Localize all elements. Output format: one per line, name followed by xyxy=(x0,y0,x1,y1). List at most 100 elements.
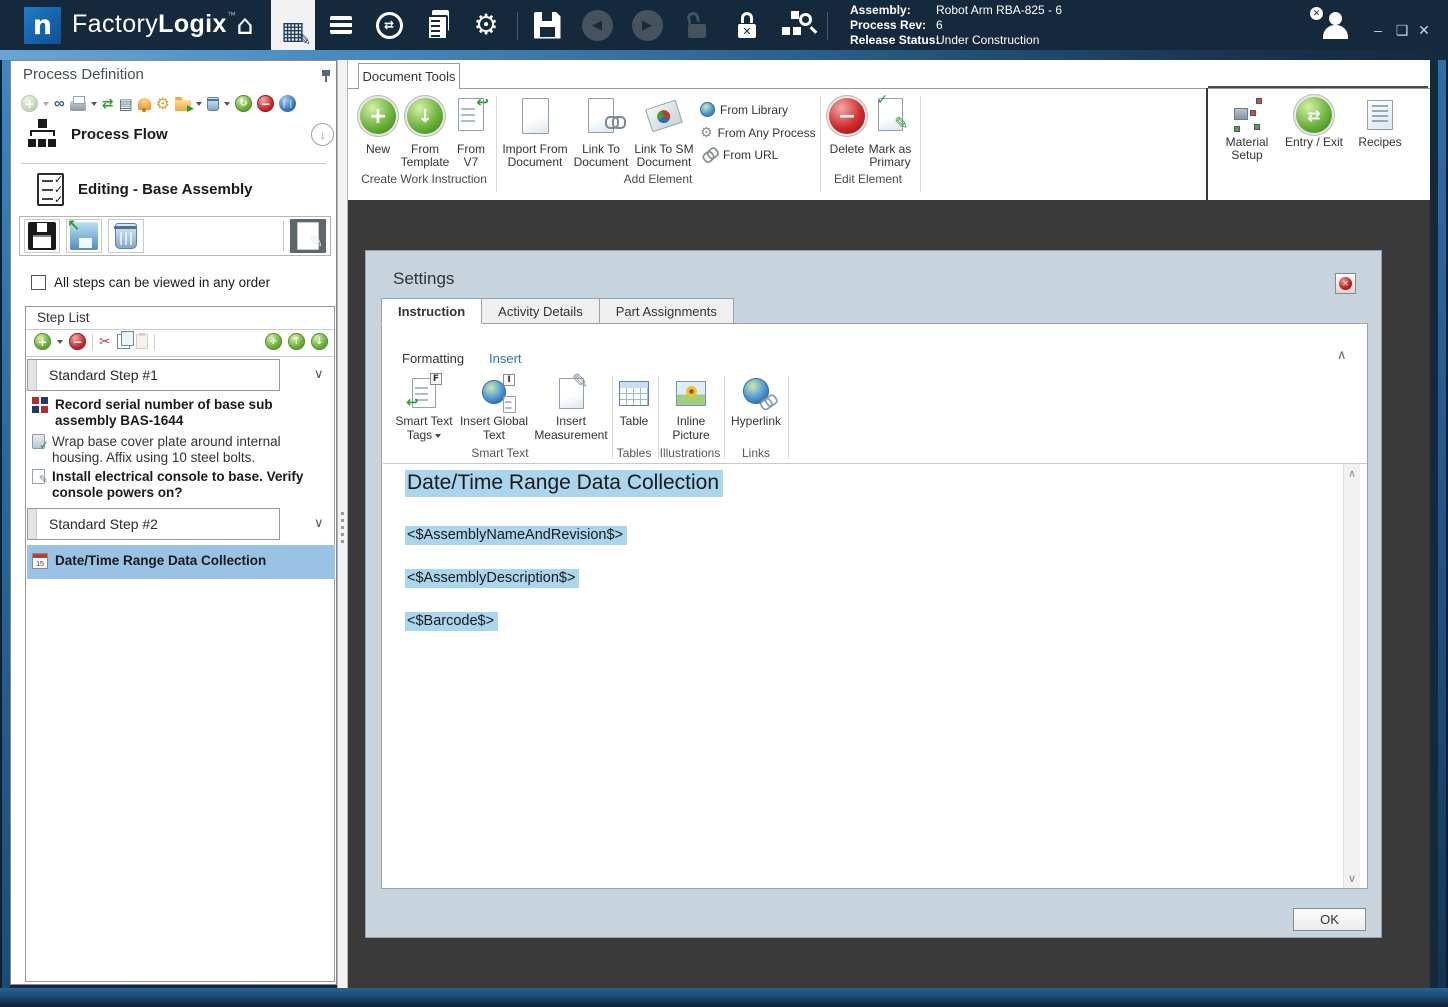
process-flow-row[interactable]: Process Flow xyxy=(27,119,168,149)
edit-mode-button[interactable] xyxy=(290,219,326,253)
step-header-2[interactable]: Standard Step #2 xyxy=(27,508,280,540)
from-any-process-button[interactable]: ⚙ From Any Process xyxy=(700,125,816,141)
run-dropdown-icon[interactable] xyxy=(195,101,202,106)
insert-measurement-button[interactable]: ✎ Insert Measurement xyxy=(530,371,612,443)
step-header-1[interactable]: Standard Step #1 xyxy=(27,359,280,391)
lock-cancel-icon[interactable]: ✕ xyxy=(725,5,769,45)
recipes-button[interactable]: Recipes xyxy=(1352,94,1408,149)
ribbon-area: Document Tools + New ↓ From Template ↩ F… xyxy=(348,60,1430,200)
step-list-title: Step List xyxy=(37,310,90,325)
run-folder-icon[interactable]: ▶ xyxy=(174,96,194,113)
pause-icon[interactable]: ❘❘ xyxy=(278,95,296,112)
collapse-ribbon-icon[interactable]: ∧ xyxy=(1337,348,1347,363)
settings-gear-icon[interactable]: ⚙ xyxy=(464,5,508,45)
chevron-down-icon[interactable]: ∨ xyxy=(314,516,324,531)
refresh-icon[interactable]: ↻ xyxy=(234,95,252,112)
ok-button[interactable]: OK xyxy=(1293,908,1366,931)
import-from-document-button[interactable]: Import From Document xyxy=(500,96,570,169)
add-step-icon[interactable]: + xyxy=(34,333,51,350)
link-to-sm-document-button[interactable]: Link To SM Document xyxy=(632,96,696,169)
minimize-button[interactable]: – xyxy=(1367,19,1389,41)
process-rev-row: Process Rev: 6 xyxy=(850,18,943,32)
entry-exit-button[interactable]: ⇄ Entry / Exit xyxy=(1282,94,1346,149)
maximize-button[interactable]: ❑ xyxy=(1391,19,1413,41)
checklist-icon xyxy=(37,173,65,206)
tab-document-tools[interactable]: Document Tools xyxy=(358,63,460,89)
from-template-button[interactable]: ↓ From Template xyxy=(400,96,450,169)
home-icon[interactable]: ⌂ xyxy=(223,5,267,45)
activity-row-selected[interactable]: Date/Time Range Data Collection xyxy=(27,545,335,579)
save-import-button[interactable]: ↖ xyxy=(66,216,102,253)
find-binoculars-icon[interactable]: ∞ xyxy=(54,95,65,112)
document-heading: Date/Time Range Data Collection xyxy=(405,470,724,497)
table-button[interactable]: Table xyxy=(614,374,654,428)
unlock-icon[interactable] xyxy=(675,5,719,45)
tab-part-assignments[interactable]: Part Assignments xyxy=(599,298,734,324)
chevron-down-icon[interactable]: ∨ xyxy=(314,367,324,382)
scroll-up-icon[interactable]: ∧ xyxy=(1344,467,1360,480)
add-step-dropdown-icon[interactable] xyxy=(57,339,63,344)
distribution-icon[interactable]: ⇄ xyxy=(367,5,411,45)
from-library-button[interactable]: From Library xyxy=(700,102,788,117)
tab-insert[interactable]: Insert xyxy=(489,351,522,366)
activity-row[interactable]: Record serial number of base sub assembl… xyxy=(32,397,330,429)
alert-bell-icon[interactable] xyxy=(137,97,151,112)
add-dropdown-icon[interactable] xyxy=(43,101,49,106)
configure-gear-icon[interactable]: ⚙ xyxy=(156,94,170,113)
group-separator xyxy=(496,96,497,192)
tab-activity-details[interactable]: Activity Details xyxy=(482,298,600,324)
delete-trash-icon[interactable] xyxy=(206,96,219,111)
cut-icon[interactable]: ✂ xyxy=(99,334,111,350)
brand-part2: Logix xyxy=(158,10,227,38)
any-order-checkbox[interactable] xyxy=(31,275,46,290)
from-v7-button[interactable]: ↩ From V7 xyxy=(450,95,492,169)
presentation-icon[interactable]: ▤ xyxy=(118,95,132,113)
activity-row[interactable]: Wrap base cover plate around internal ho… xyxy=(32,434,330,466)
insert-global-text-button[interactable]: I Insert Global Text xyxy=(458,373,530,442)
move-up-icon[interactable]: ↑ xyxy=(288,333,305,350)
smart-text-tags-button[interactable]: F ↩ Smart Text Tags xyxy=(390,373,458,442)
tab-instruction[interactable]: Instruction xyxy=(381,298,483,324)
print-icon[interactable] xyxy=(69,96,86,111)
inline-picture-button[interactable]: Inline Picture xyxy=(662,374,720,442)
add-icon[interactable]: + xyxy=(21,95,38,112)
delete-dropdown-icon[interactable] xyxy=(223,101,230,106)
instruction-editor[interactable]: Date/Time Range Data Collection <$Assemb… xyxy=(383,464,1343,888)
dialog-close-button[interactable]: ✕ xyxy=(1335,273,1356,294)
from-url-button[interactable]: From URL xyxy=(700,148,778,162)
discard-trash-button[interactable] xyxy=(108,219,144,253)
assign-icon[interactable]: ⇄ xyxy=(102,95,114,112)
paste-icon[interactable] xyxy=(135,333,148,349)
instruction-panel: Formatting Insert ∧ F ↩ Smart Text Tags I… xyxy=(381,323,1368,889)
assembly-info-row: Assembly: Robot Arm RBA-825 - 6 xyxy=(850,3,1062,17)
production-icon[interactable] xyxy=(319,5,363,45)
close-button[interactable]: ✕ xyxy=(1413,19,1435,41)
table-label: Table xyxy=(619,414,649,428)
remove-icon[interactable]: − xyxy=(256,95,274,112)
scroll-down-icon[interactable]: ∨ xyxy=(1344,872,1360,885)
mark-as-primary-button[interactable]: ✓ ✎ Mark as Primary xyxy=(862,93,918,169)
save-step-button[interactable] xyxy=(24,219,60,253)
editor-scrollbar[interactable]: ∧ ∨ xyxy=(1343,464,1360,888)
group-separator xyxy=(612,376,613,458)
panel-splitter[interactable] xyxy=(337,60,348,988)
insert-step-icon[interactable]: + xyxy=(265,333,282,350)
process-search-icon[interactable] xyxy=(775,5,819,45)
copy-icon[interactable] xyxy=(116,331,134,349)
reports-icon[interactable] xyxy=(415,5,459,45)
process-flow-icon xyxy=(27,119,57,149)
activity-row[interactable]: Install electrical console to base. Veri… xyxy=(32,469,330,501)
material-setup-button[interactable]: Material Setup xyxy=(1214,94,1280,162)
save-icon[interactable] xyxy=(525,5,569,45)
tab-formatting[interactable]: Formatting xyxy=(402,351,464,366)
back-icon[interactable]: ◀ xyxy=(575,5,619,45)
move-down-icon[interactable]: ↓ xyxy=(311,333,328,350)
print-dropdown-icon[interactable] xyxy=(90,101,97,106)
hyperlink-button[interactable]: Hyperlink xyxy=(726,374,786,428)
remove-step-icon[interactable]: − xyxy=(69,333,86,350)
expand-down-icon[interactable]: ↓ xyxy=(311,123,334,146)
forward-icon[interactable]: ▶ xyxy=(625,5,669,45)
any-order-row: All steps can be viewed in any order xyxy=(31,275,270,290)
new-button[interactable]: + New xyxy=(356,96,400,156)
link-to-document-button[interactable]: Link To Document xyxy=(570,96,632,169)
